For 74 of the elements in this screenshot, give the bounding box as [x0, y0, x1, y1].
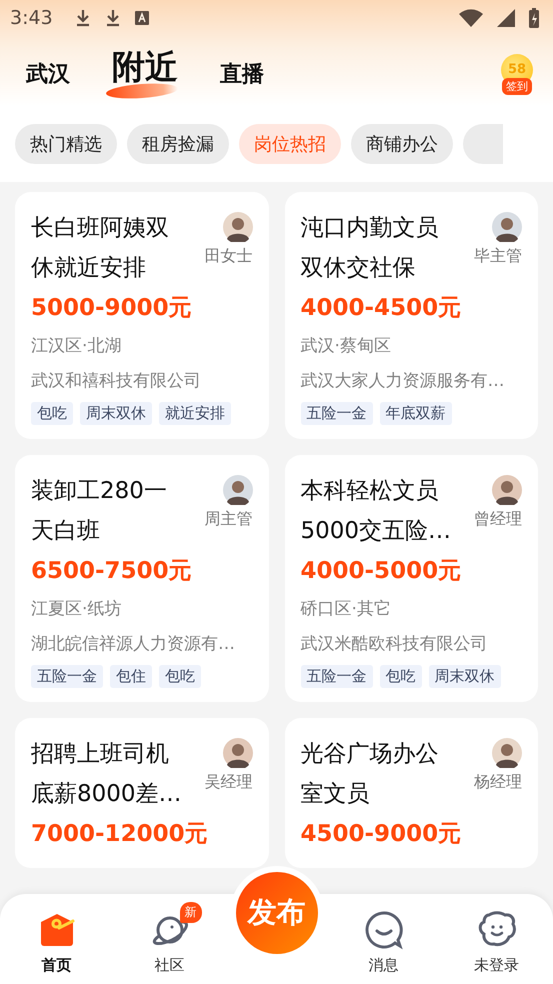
keyboard-icon — [134, 11, 149, 25]
contact-name: 吴经理 — [204, 772, 252, 793]
salary: 4500-9000元 — [300, 820, 462, 849]
job-location: 武汉·蔡甸区 — [300, 335, 392, 358]
contact-name: 田女士 — [204, 246, 252, 267]
job-location: 江夏区·纸坊 — [31, 598, 122, 621]
benefit-tag: 包吃 — [31, 402, 73, 425]
new-badge: 新 — [180, 902, 202, 923]
nav-item[interactable]: 未登录 — [440, 894, 553, 984]
avatar-icon — [222, 475, 252, 505]
company-name: 武汉米酷欧科技有限公司 — [300, 633, 488, 656]
job-title: 光谷广场办公 — [300, 740, 438, 769]
contact-name: 周主管 — [204, 509, 252, 530]
salary: 7000-12000元 — [31, 820, 209, 849]
job-card[interactable]: 长白班阿姨双 休就近安排 田女士 5000-9000元 江汉区·北湖 武汉和禧科技有限公司 包吃 周末双休 就近安排 — [15, 192, 268, 439]
job-title: 本科轻松文员 — [300, 477, 440, 506]
avatar-icon — [492, 475, 522, 505]
job-title: 沌口内勤文员 — [300, 214, 438, 243]
avatar-icon — [492, 738, 522, 768]
job-title: 招聘上班司机 — [31, 740, 170, 769]
status-time: 3:43 — [10, 7, 53, 29]
nav-item[interactable]: 消息 — [327, 894, 440, 984]
job-card[interactable]: 光谷广场办公 室文员 杨经理 4500-9000元 — [284, 718, 538, 868]
nav-tab[interactable]: 武汉 — [26, 59, 70, 89]
company-name: 武汉大家人力资源服务有… — [300, 370, 506, 393]
download-icon — [74, 9, 91, 27]
job-title: 天白班 — [31, 517, 101, 546]
benefit-tag: 就近安排 — [159, 402, 231, 425]
nav-tab[interactable]: 直播 — [220, 59, 264, 89]
benefit-tag: 包住 — [110, 665, 152, 688]
nav-tab[interactable]: 附近 — [112, 44, 178, 90]
company-name: 湖北皖信祥源人力资源有… — [31, 633, 236, 656]
contact-name: 杨经理 — [474, 772, 522, 793]
avatar-icon — [492, 212, 522, 242]
company-name: 武汉和禧科技有限公司 — [31, 370, 202, 393]
job-title: 装卸工280一 — [31, 477, 167, 506]
nav-item[interactable]: 新 社区 — [113, 894, 226, 984]
job-location: 江汉区·北湖 — [31, 335, 122, 358]
nav-item[interactable]: 首页 — [0, 894, 113, 984]
job-title: 双休交社保 — [300, 254, 416, 283]
benefit-tag: 年底双薪 — [380, 402, 452, 425]
signal-icon — [497, 9, 515, 27]
benefit-tag: 五险一金 — [31, 665, 103, 688]
job-title: 室文员 — [300, 780, 370, 809]
benefit-tag: 包吃 — [380, 665, 422, 688]
benefit-tag: 周末双休 — [80, 402, 152, 425]
wifi-icon — [459, 9, 483, 27]
job-title: 休就近安排 — [31, 254, 147, 283]
job-card[interactable]: 沌口内勤文员 双休交社保 毕主管 4000-4500元 武汉·蔡甸区 武汉大家人力资源服务有… 五险一金 年底双薪 — [284, 192, 538, 439]
salary: 5000-9000元 — [31, 294, 193, 323]
benefit-tag: 五险一金 — [300, 402, 372, 425]
job-card[interactable]: 装卸工280一 天白班 周主管 6500-7500元 江夏区·纸坊 湖北皖信祥源人力资源有… 五险一金 包住 包吃 — [15, 455, 268, 702]
salary: 6500-7500元 — [31, 557, 193, 586]
download-icon — [104, 9, 121, 27]
category-chip[interactable]: 商铺办公 — [351, 124, 453, 164]
benefit-tag: 包吃 — [159, 665, 201, 688]
salary: 4000-4500元 — [300, 294, 462, 323]
job-title: 长白班阿姨双 — [31, 214, 169, 243]
chat-bubble-icon — [364, 910, 404, 950]
battery-icon — [529, 8, 539, 28]
contact-name: 曾经理 — [474, 509, 522, 530]
job-card[interactable]: 招聘上班司机 底薪8000差… 吴经理 7000-12000元 — [15, 718, 268, 868]
contact-name: 毕主管 — [474, 246, 522, 267]
category-chip[interactable]: 租房捡漏 — [127, 124, 229, 164]
job-title: 底薪8000差… — [31, 780, 182, 809]
benefit-tag: 周末双休 — [428, 665, 500, 688]
category-chip[interactable]: 热门精选 — [15, 124, 117, 164]
avatar-icon — [222, 738, 252, 768]
job-location: 硚口区·其它 — [300, 598, 392, 621]
avatar-icon — [222, 212, 252, 242]
job-title: 5000交五险… — [300, 517, 452, 546]
job-card[interactable]: 本科轻松文员 5000交五险… 曾经理 4000-5000元 硚口区·其它 武汉米酷欧科技有限公司 五险一金 包吃 周末双休 — [284, 455, 538, 702]
salary: 4000-5000元 — [300, 557, 462, 586]
benefit-tag: 五险一金 — [300, 665, 372, 688]
